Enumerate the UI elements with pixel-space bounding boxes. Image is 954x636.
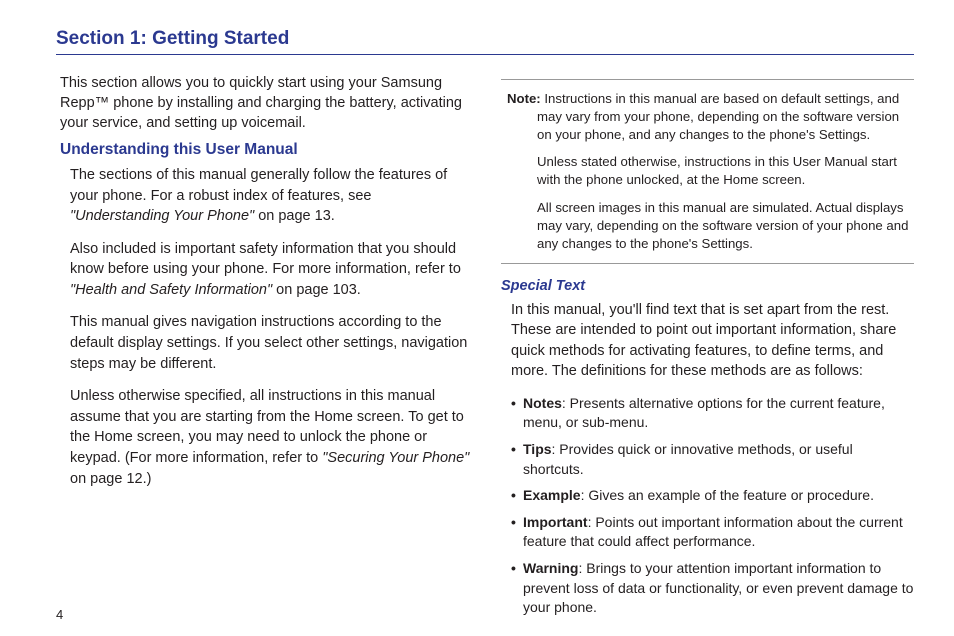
list-item: Important: Points out important informat… — [511, 513, 914, 552]
cross-reference: "Understanding Your Phone" — [70, 208, 254, 224]
bullet-label: Warning — [523, 560, 578, 576]
section-title: Section 1: Getting Started — [56, 28, 914, 55]
cross-reference: "Securing Your Phone" — [322, 450, 469, 466]
definitions-list: Notes: Presents alternative options for … — [511, 394, 914, 618]
text: The sections of this manual generally fo… — [70, 167, 447, 204]
text: Also included is important safety inform… — [70, 241, 461, 278]
paragraph-2: Also included is important safety inform… — [70, 239, 473, 301]
list-item: Notes: Presents alternative options for … — [511, 394, 914, 433]
cross-reference: "Health and Safety Information" — [70, 282, 272, 298]
bullet-label: Important — [523, 514, 588, 530]
bullet-label: Example — [523, 487, 581, 503]
two-column-layout: This section allows you to quickly start… — [56, 73, 914, 625]
list-item: Example: Gives an example of the feature… — [511, 486, 914, 506]
note-separator-bottom — [501, 263, 914, 264]
intro-paragraph: This section allows you to quickly start… — [60, 73, 473, 133]
note-label: Note: — [507, 91, 541, 106]
right-column: Note: Instructions in this manual are ba… — [501, 73, 914, 625]
note-text: Instructions in this manual are based on… — [537, 91, 899, 142]
note-separator-top — [501, 79, 914, 80]
subheading-understanding-manual: Understanding this User Manual — [60, 141, 473, 159]
note-paragraph-3: All screen images in this manual are sim… — [501, 199, 914, 252]
subheading-special-text: Special Text — [501, 278, 914, 294]
bullet-label: Notes — [523, 395, 562, 411]
paragraph-1: The sections of this manual generally fo… — [70, 165, 473, 227]
list-item: Tips: Provides quick or innovative metho… — [511, 440, 914, 479]
special-text-intro: In this manual, you'll find text that is… — [511, 300, 914, 382]
bullet-text: : Brings to your attention important inf… — [523, 560, 913, 615]
note-paragraph-2: Unless stated otherwise, instructions in… — [501, 153, 914, 189]
bullet-text: : Presents alternative options for the c… — [523, 395, 885, 431]
list-item: Warning: Brings to your attention import… — [511, 559, 914, 618]
page-number: 4 — [56, 607, 63, 622]
text: on page 13. — [254, 208, 335, 224]
note-paragraph-1: Note: Instructions in this manual are ba… — [501, 90, 914, 143]
text: on page 12.) — [70, 471, 151, 487]
text: on page 103. — [272, 282, 361, 298]
bullet-label: Tips — [523, 441, 552, 457]
left-column: This section allows you to quickly start… — [56, 73, 473, 625]
bullet-text: : Provides quick or innovative methods, … — [523, 441, 853, 477]
paragraph-4: Unless otherwise specified, all instruct… — [70, 386, 473, 489]
bullet-text: : Gives an example of the feature or pro… — [581, 487, 874, 503]
paragraph-3: This manual gives navigation instruction… — [70, 312, 473, 374]
